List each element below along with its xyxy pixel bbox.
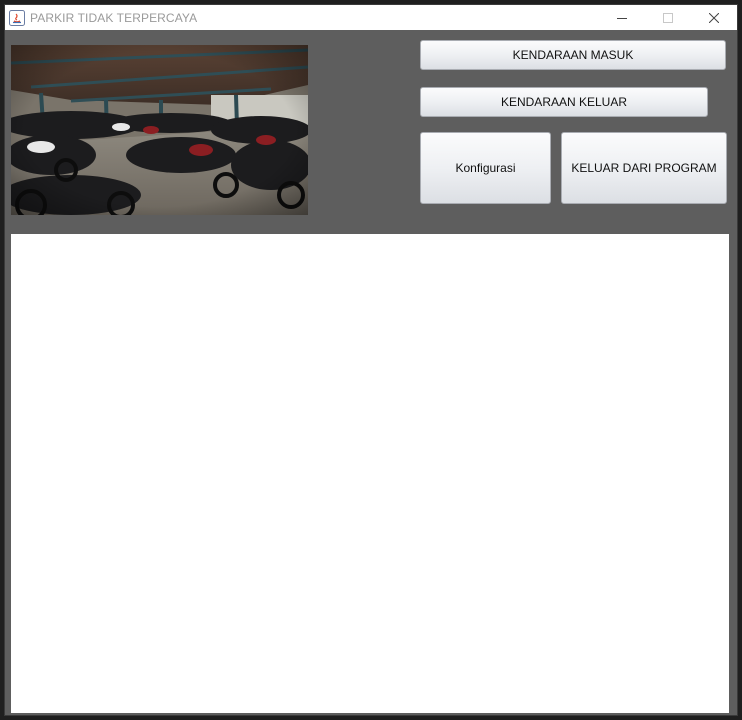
vehicle-in-button[interactable]: KENDARAAN MASUK [420,40,726,70]
maximize-icon [663,12,673,23]
configuration-button[interactable]: Konfigurasi [420,132,551,204]
window-title: PARKIR TIDAK TERPERCAYA [30,10,198,25]
app-window: PARKIR TIDAK TERPERCAYA KENDARAAN MASUK … [5,5,737,715]
close-icon [709,12,719,23]
exit-program-button[interactable]: KELUAR DARI PROGRAM [561,132,727,204]
close-button[interactable] [691,5,737,30]
java-app-icon [9,9,25,26]
vehicle-out-button[interactable]: KENDARAAN KELUAR [420,87,708,117]
minimize-button[interactable] [599,5,645,30]
maximize-button[interactable] [645,5,691,30]
parking-lot-photo [11,45,308,215]
content-area: KENDARAAN MASUK KENDARAAN KELUAR Konfigu… [5,30,737,715]
title-bar[interactable]: PARKIR TIDAK TERPERCAYA [5,5,737,30]
minimize-icon [617,17,627,19]
main-content-panel [11,234,729,713]
